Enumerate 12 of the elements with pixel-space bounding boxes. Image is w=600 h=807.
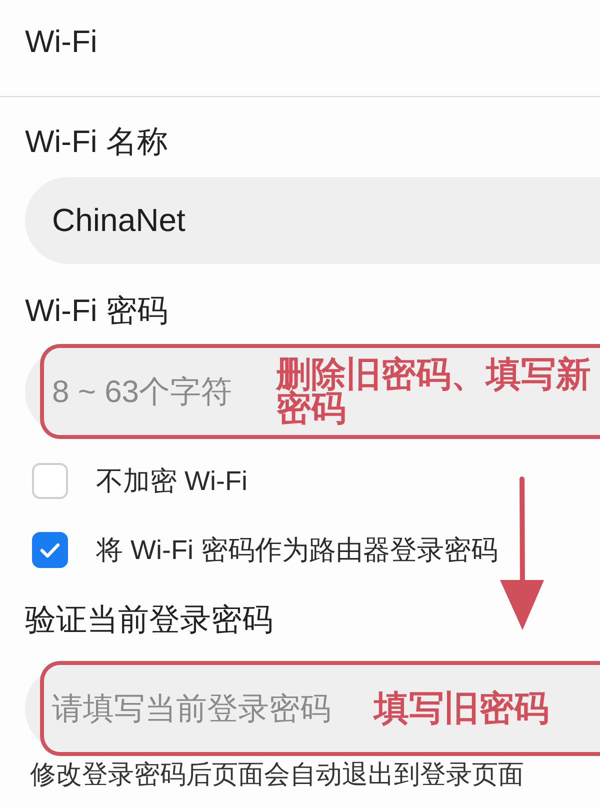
checkbox-label: 将 Wi-Fi 密码作为路由器登录密码 bbox=[96, 534, 498, 567]
callout-text: 填写旧密码 bbox=[374, 692, 550, 726]
page-title: Wi-Fi bbox=[25, 23, 98, 61]
callout-text: 删除旧密码、填写新密码 bbox=[276, 358, 591, 426]
checkbox[interactable] bbox=[32, 532, 68, 568]
field-label: Wi-Fi 密码 bbox=[25, 292, 168, 330]
name-input-field[interactable]: ChinaNet bbox=[25, 177, 600, 264]
checkbox-label: 不加密 Wi-Fi bbox=[96, 465, 248, 498]
field-label: Wi-Fi 名称 bbox=[25, 123, 168, 161]
field-label: 验证当前登录密码 bbox=[25, 601, 273, 639]
hint-text: 修改登录密码后页面会自动退出到登录页面 bbox=[30, 759, 524, 789]
checkmark-icon bbox=[40, 542, 60, 558]
